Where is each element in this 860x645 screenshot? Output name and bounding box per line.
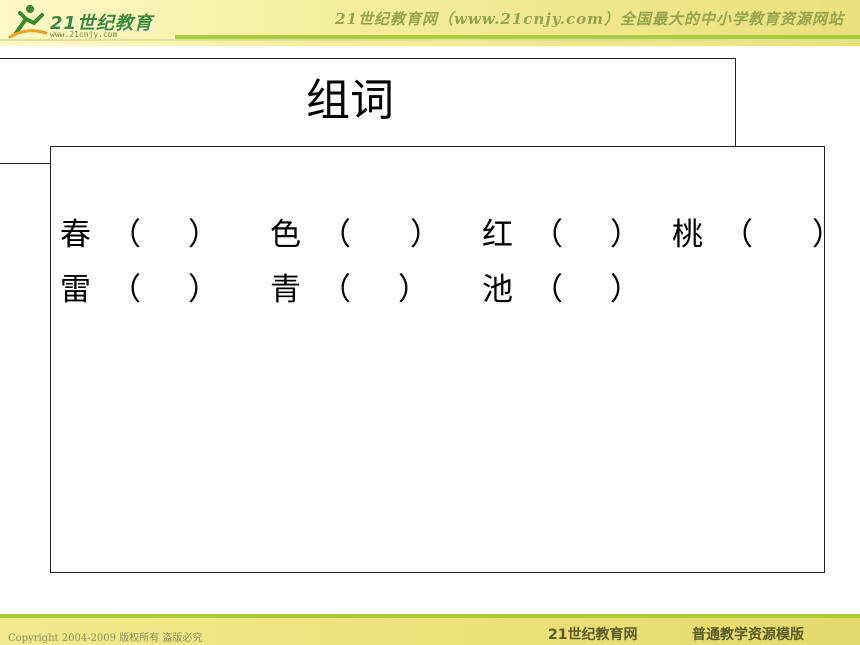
answer-open-paren: （ [110,272,141,308]
answer-open-paren: （ [320,272,351,308]
exercise-char: 桃 [672,217,703,253]
runner-logo-icon [8,5,48,39]
answer-close-paren: ） [188,272,219,308]
header-underline [0,39,860,41]
answer-open-paren: （ [320,217,351,253]
slide-title: 组词 [306,75,394,126]
answer-open-paren: （ [532,272,563,308]
exercise-char: 春 [60,217,91,253]
footer-brand[interactable]: 21世纪教育网 [548,624,637,644]
answer-close-paren: ） [610,272,641,308]
header-slogan: 21世纪教育网（www.21cnjy.com）全国最大的中小学教育资源网站 [335,10,844,28]
site-logo[interactable]: 21世纪教育 www.21cnjy.com [6,3,181,41]
exercise-char: 池 [482,272,513,308]
answer-close-paren: ） [398,272,429,308]
answer-close-paren: ） [812,217,843,253]
exercise-char: 色 [270,217,301,253]
answer-close-paren: ） [188,217,219,253]
footer-bar: Copyright 2004-2009 版权所有 盗版必究 21世纪教育网 普通… [0,614,860,645]
answer-open-paren: （ [532,217,563,253]
footer-template-label: 普通教学资源模版 [692,627,804,643]
exercise-char: 青 [270,272,301,308]
exercise-char: 雷 [60,272,91,308]
answer-close-paren: ） [410,217,441,253]
logo-url: www.21cnjy.com [50,30,118,39]
answer-close-paren: ） [610,217,641,253]
answer-open-paren: （ [110,217,141,253]
answer-open-paren: （ [722,217,753,253]
header-accent-line [175,35,860,39]
exercise-char: 红 [482,217,513,253]
copyright-text: Copyright 2004-2009 版权所有 盗版必究 [8,633,203,644]
